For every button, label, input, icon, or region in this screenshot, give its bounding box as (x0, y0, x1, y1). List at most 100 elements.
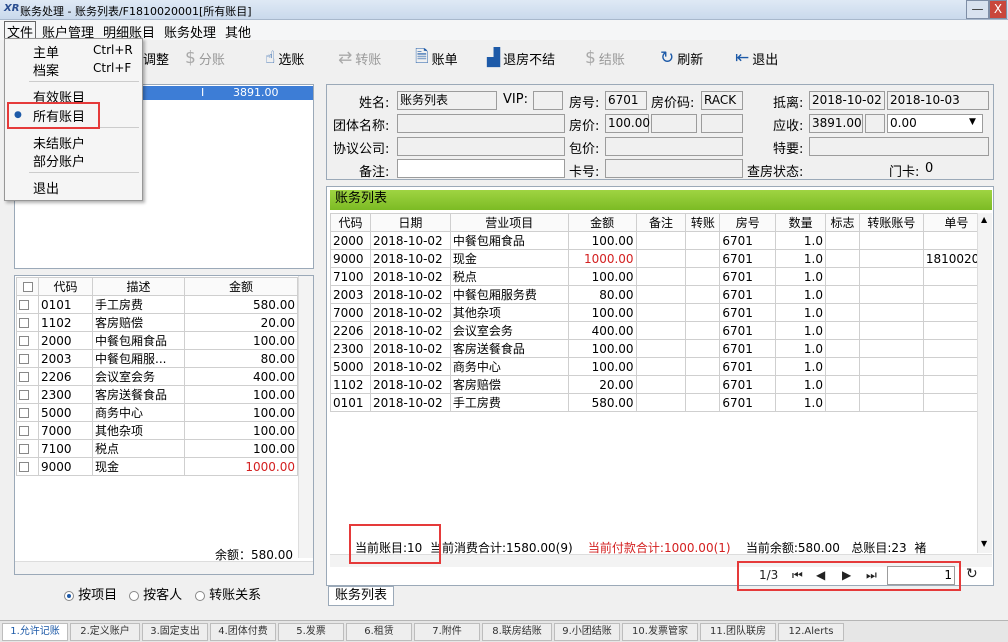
menu-item-unsettled-accounts[interactable]: 未结账户 (33, 133, 85, 152)
account-row-selected[interactable]: I 3891.00 (143, 86, 313, 100)
ledger-col[interactable]: 单号 (922, 213, 978, 232)
row-checkbox[interactable] (16, 457, 39, 476)
settle-button[interactable]: $ 结账 (585, 45, 625, 71)
ledger-col[interactable]: 金额 (567, 213, 637, 232)
ledger-col[interactable]: 备注 (635, 213, 687, 232)
table-row[interactable]: 2000 中餐包厢食品 100.00 (16, 331, 298, 350)
table-row[interactable]: 2206 2018-10-02 会议室会务 400.00 6701 1.0 (330, 321, 978, 340)
table-row[interactable]: 1102 客房赔偿 20.00 (16, 313, 298, 332)
receivable-small-field[interactable] (865, 114, 885, 133)
bottom-tab[interactable]: 4.团体付费 (210, 623, 276, 641)
bottom-tab[interactable]: 3.固定支出 (142, 623, 208, 641)
bottom-tab[interactable]: 11.团队联房 (700, 623, 776, 641)
ledger-col[interactable]: 日期 (369, 213, 451, 232)
checkout-unsettled-button[interactable]: ▟ 退房不结 (487, 45, 555, 71)
ledger-col[interactable]: 转账 (685, 213, 721, 232)
adjust-button[interactable]: 调整 (143, 45, 169, 71)
horizontal-scrollbar[interactable] (15, 561, 313, 574)
table-row[interactable]: 7100 税点 100.00 (16, 439, 298, 458)
rate-code-field[interactable]: RACK (701, 91, 743, 110)
table-row[interactable]: 0101 手工房费 580.00 (16, 295, 298, 314)
select-all-checkbox[interactable] (16, 277, 39, 296)
table-row[interactable]: 1102 2018-10-02 客房赔偿 20.00 6701 1.0 (330, 375, 978, 394)
tab-ledger-list[interactable]: 账务列表 (328, 586, 394, 606)
bottom-tab[interactable]: 6.租赁 (346, 623, 412, 641)
radio-transfer[interactable]: 转账关系 (195, 584, 261, 603)
chevron-down-icon[interactable]: ▼ (969, 117, 976, 127)
vip-field[interactable] (533, 91, 563, 110)
table-row[interactable]: 2300 2018-10-02 客房送餐食品 100.00 6701 1.0 (330, 339, 978, 358)
ledger-col[interactable]: 营业项目 (449, 213, 569, 232)
transfer-button[interactable]: ⇄ 转账 (338, 45, 381, 71)
remark-field[interactable] (397, 159, 565, 178)
table-row[interactable]: 2300 客房送餐食品 100.00 (16, 385, 298, 404)
company-field[interactable] (397, 137, 565, 156)
scroll-up-icon[interactable]: ▲ (981, 215, 987, 224)
bottom-tab[interactable]: 7.附件 (414, 623, 480, 641)
price-field[interactable]: 100.00 (605, 114, 650, 133)
close-button[interactable]: X (989, 0, 1007, 19)
room-field[interactable]: 6701 (605, 91, 647, 110)
table-row[interactable]: 7000 2018-10-02 其他杂项 100.00 6701 1.0 (330, 303, 978, 322)
select-button[interactable]: ☝ 选账 (265, 45, 304, 71)
name-field[interactable]: 账务列表 (397, 91, 497, 110)
price-extra2-field[interactable] (701, 114, 743, 133)
row-checkbox[interactable] (16, 331, 39, 350)
table-row[interactable]: 5000 商务中心 100.00 (16, 403, 298, 422)
ledger-col[interactable]: 数量 (775, 213, 826, 232)
row-checkbox[interactable] (16, 313, 39, 332)
menu-item-exit[interactable]: 退出 (33, 178, 59, 197)
menu-item-partial-accounts[interactable]: 部分账户 (33, 151, 85, 170)
row-checkbox[interactable] (16, 367, 39, 386)
menu-other[interactable]: 其他 (225, 22, 251, 41)
table-row[interactable]: 2003 中餐包厢服... 80.00 (16, 349, 298, 368)
ledger-vertical-scrollbar[interactable]: ▲ ▼ (977, 213, 992, 553)
menu-accounting[interactable]: 账务处理 (164, 22, 216, 41)
group-name-field[interactable] (397, 114, 565, 133)
bottom-tab[interactable]: 5.发票 (278, 623, 344, 641)
refresh-button[interactable]: ↻ 刷新 (660, 45, 703, 71)
table-row[interactable]: 5000 2018-10-02 商务中心 100.00 6701 1.0 (330, 357, 978, 376)
table-row[interactable]: 2003 2018-10-02 中餐包厢服务费 80.00 6701 1.0 (330, 285, 978, 304)
bottom-tab[interactable]: 1.允许记账 (2, 623, 68, 641)
reload-icon[interactable]: ↻ (966, 566, 978, 582)
package-field[interactable] (605, 137, 743, 156)
table-row[interactable]: 9000 现金 1000.00 (16, 457, 298, 476)
menu-item-archive[interactable]: 档案 (33, 60, 59, 79)
ledger-col[interactable]: 代码 (330, 213, 371, 232)
split-button[interactable]: $ 分账 (185, 45, 225, 71)
row-checkbox[interactable] (16, 295, 39, 314)
radio-by-item[interactable]: 按项目 (64, 584, 117, 603)
row-checkbox[interactable] (16, 349, 39, 368)
bottom-tab[interactable]: 9.小团结账 (554, 623, 620, 641)
price-extra-field[interactable] (651, 114, 697, 133)
ledger-col[interactable]: 房号 (719, 213, 777, 232)
row-checkbox[interactable] (16, 403, 39, 422)
row-checkbox[interactable] (16, 421, 39, 440)
vertical-scrollbar[interactable] (298, 276, 313, 558)
bottom-tab[interactable]: 8.联房结账 (482, 623, 552, 641)
table-row[interactable]: 7000 其他杂项 100.00 (16, 421, 298, 440)
ledger-col[interactable]: 转账账号 (858, 213, 924, 232)
table-row[interactable]: 0101 2018-10-02 手工房费 580.00 6701 1.0 (330, 393, 978, 412)
row-checkbox[interactable] (16, 385, 39, 404)
arrival-date-field[interactable]: 2018-10-02 (809, 91, 885, 110)
receivable-field[interactable]: 3891.00 (809, 114, 863, 133)
radio-by-guest[interactable]: 按客人 (129, 584, 182, 603)
table-row[interactable]: 7100 2018-10-02 税点 100.00 6701 1.0 (330, 267, 978, 286)
departure-date-field[interactable]: 2018-10-03 (887, 91, 989, 110)
table-row[interactable]: 2000 2018-10-02 中餐包厢食品 100.00 6701 1.0 (330, 231, 978, 250)
menu-item-main[interactable]: 主单 (33, 42, 59, 61)
card-field[interactable] (605, 159, 743, 178)
ledger-grid[interactable]: 代码 日期 营业项目 金额 备注 转账 房号 数量 标志 转账账号 单号 2000 2018-10-0… (330, 213, 978, 543)
table-row[interactable]: 2206 会议室会务 400.00 (16, 367, 298, 386)
bottom-tab[interactable]: 12.Alerts (778, 623, 844, 641)
scroll-down-icon[interactable]: ▼ (981, 539, 987, 548)
bottom-tab[interactable]: 10.发票管家 (622, 623, 698, 641)
exit-button[interactable]: ⇤ 退出 (735, 45, 778, 71)
bill-button[interactable]: 🗎 账单 (415, 45, 458, 71)
minimize-button[interactable]: — (966, 0, 989, 19)
bottom-tab[interactable]: 2.定义账户 (70, 623, 140, 641)
table-row[interactable]: 90002018-10-02现金1000.00 67011.0 18100200 (330, 249, 978, 268)
ledger-col[interactable]: 标志 (825, 213, 860, 232)
